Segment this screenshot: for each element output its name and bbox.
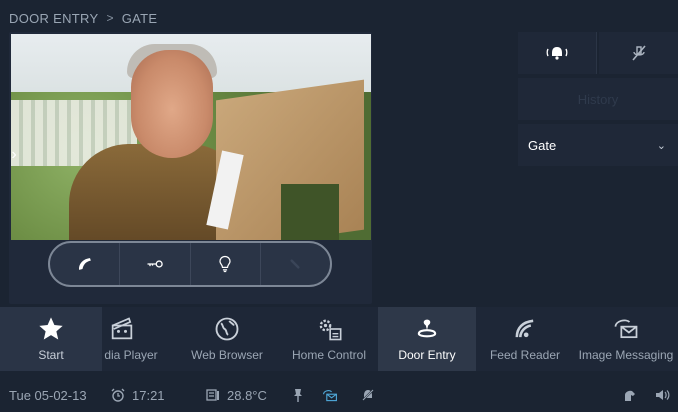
pin-icon (294, 389, 302, 402)
app-feed-reader[interactable]: Feed Reader (476, 307, 574, 371)
app-door-entry[interactable]: Door Entry (378, 307, 476, 371)
app-media-player[interactable]: dia Player (102, 307, 174, 371)
app-image-messaging[interactable]: Image Messaging (574, 307, 678, 371)
time-text: 17:21 (132, 387, 165, 403)
app-label: Home Control (291, 348, 367, 362)
chevron-down-icon: ⌄ (656, 139, 666, 152)
message-notification-icon (323, 390, 337, 402)
app-label: Image Messaging (578, 348, 674, 362)
wrench-icon (290, 259, 300, 269)
bulb-icon (219, 255, 231, 273)
breadcrumb: DOOR ENTRY > GATE (9, 10, 157, 26)
film-icon (111, 317, 133, 340)
globe-icon (215, 317, 239, 341)
gears-calendar-icon (319, 319, 342, 341)
phone-icon (78, 258, 91, 270)
mute-microphone-icon (631, 45, 646, 61)
app-start[interactable]: Start (0, 307, 102, 371)
status-temperature[interactable]: 28.8°C (205, 378, 267, 412)
speaker-icon (656, 390, 670, 400)
status-bar: Tue 05-02-13 17:21 28.8°C (0, 378, 678, 412)
star-icon (39, 317, 63, 340)
app-label: dia Player (104, 348, 158, 362)
date-text: Tue 05-02-13 (9, 387, 87, 403)
history-label: History (577, 91, 619, 107)
status-messages[interactable] (322, 378, 338, 412)
camera-video-feed (11, 34, 371, 240)
unlock-button[interactable] (120, 243, 191, 285)
alarm-button[interactable] (518, 32, 597, 74)
rss-icon (515, 319, 534, 338)
breadcrumb-current: GATE (121, 10, 158, 26)
breadcrumb-section[interactable]: DOOR ENTRY (9, 11, 98, 26)
status-settings[interactable] (622, 378, 638, 412)
app-home-control[interactable]: Home Control (280, 307, 378, 371)
app-label: Door Entry (398, 348, 456, 362)
message-envelope-icon (614, 319, 638, 339)
status-date: Tue 05-02-13 (9, 378, 87, 412)
status-pin[interactable] (290, 378, 306, 412)
temperature-text: 28.8°C (227, 387, 267, 403)
status-volume[interactable] (654, 378, 670, 412)
status-do-not-disturb[interactable] (360, 378, 376, 412)
mute-button[interactable] (599, 32, 678, 74)
door-entry-icon (417, 319, 437, 338)
app-label: Start (38, 348, 64, 362)
app-bar: Start dia Player Web Browser Home Contro… (0, 307, 678, 371)
alarm-bell-icon (546, 47, 568, 60)
thermometer-icon (206, 389, 219, 401)
app-label: Feed Reader (489, 348, 561, 362)
status-alarm-time[interactable]: 17:21 (110, 378, 165, 412)
disabled-button (261, 243, 330, 285)
history-button: History (518, 78, 678, 120)
light-button[interactable] (191, 243, 261, 285)
door-controls (48, 241, 332, 287)
hand-settings-icon (625, 390, 635, 401)
app-web-browser[interactable]: Web Browser (174, 307, 280, 371)
camera-select[interactable]: Gate ⌄ (518, 124, 678, 166)
video-panel: › (9, 32, 372, 304)
breadcrumb-separator: > (106, 11, 114, 25)
alarm-clock-icon (111, 388, 125, 402)
camera-select-value: Gate (528, 137, 557, 153)
key-icon (147, 260, 163, 268)
app-label: Web Browser (191, 348, 263, 362)
expand-handle-icon[interactable]: › (7, 140, 21, 170)
call-button[interactable] (50, 243, 121, 285)
bell-off-icon (361, 388, 375, 402)
